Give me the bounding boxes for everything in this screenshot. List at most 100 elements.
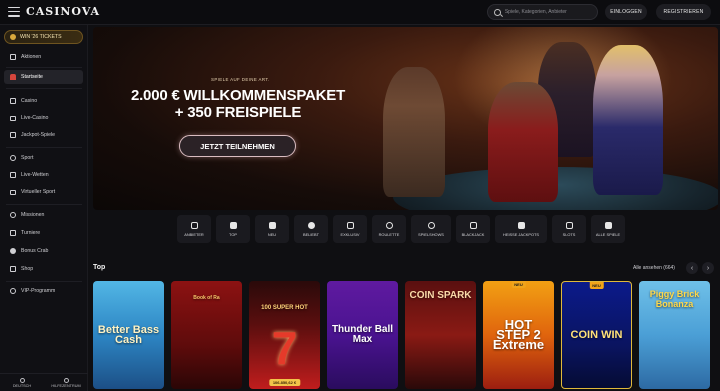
sidebar-item-label: Sport — [21, 155, 34, 161]
search-input[interactable] — [504, 9, 597, 15]
promo-label: WIN '26 TICKETS — [20, 34, 62, 40]
category-neu[interactable]: NEU — [255, 215, 289, 243]
game-tile[interactable]: Piggy Brick Bonanza — [639, 281, 710, 389]
game-tile[interactable]: COIN SPARK — [405, 281, 476, 389]
search-icon — [494, 8, 501, 16]
trophy-icon — [10, 230, 16, 236]
jackpot-icon — [517, 221, 525, 229]
casino-icon — [10, 98, 16, 104]
game-tile[interactable]: NEU COIN WIN — [561, 281, 632, 389]
gameshow-icon — [427, 221, 435, 229]
sidebar-item-vip[interactable]: VIP-Programm — [4, 284, 83, 298]
sidebar-item-label: Turniere — [21, 230, 41, 236]
category-label: NEU — [267, 231, 277, 237]
brand-logo[interactable]: CASINOVA — [26, 5, 100, 18]
category-label: ANBIETER — [184, 231, 204, 237]
jackpot-icon — [10, 132, 16, 138]
category-label: SPIELSHOWS — [418, 231, 444, 237]
sidebar-item-sport[interactable]: Sport — [4, 151, 83, 165]
game-tile[interactable]: Better Bass Cash — [93, 281, 164, 389]
category-alle-spiele[interactable]: ALLE SPIELE — [591, 215, 625, 243]
sport-icon — [10, 155, 16, 161]
game-tile[interactable]: NEU HOT STEP 2 Extreme — [483, 281, 554, 389]
sidebar-item-label: Virtueller Sport — [21, 189, 56, 195]
new-badge: NEU — [511, 281, 526, 288]
flame-icon — [307, 221, 315, 229]
category-label: TOP — [229, 231, 237, 237]
divider — [6, 281, 82, 282]
hero-title-line1: 2.000 € WILLKOMMENSPAKET — [130, 87, 346, 104]
diamond-icon — [346, 221, 354, 229]
category-roulette[interactable]: ROULETTE — [372, 215, 406, 243]
see-all-link[interactable]: Alle ansehen (664) — [633, 265, 675, 271]
sidebar-item-label: Startseite — [21, 74, 43, 80]
sidebar-item-jackpot[interactable]: Jackpot-Spiele — [4, 128, 83, 142]
game-tile[interactable]: 100 SUPER HOT 7 106.850,62 € — [249, 281, 320, 389]
sidebar-item-label: Jackpot-Spiele — [21, 132, 56, 138]
language-selector[interactable]: DEUTSCH — [0, 374, 44, 391]
category-blackjack[interactable]: BLACKJACK — [456, 215, 490, 243]
divider — [6, 204, 82, 205]
virtual-sport-icon — [10, 189, 16, 195]
hero-subtitle: SPIELE AUF DEINE ART. — [211, 77, 270, 82]
menu-icon[interactable] — [8, 6, 20, 17]
category-nav: ANBIETER TOP NEU BELIEBT EXKLUSIV ROULET… — [177, 215, 625, 243]
category-beliebt[interactable]: BELIEBT — [294, 215, 328, 243]
live-casino-icon — [10, 115, 16, 121]
join-now-button[interactable]: JETZT TEILNEHMEN — [179, 135, 296, 157]
sidebar-item-shop[interactable]: Shop — [4, 262, 83, 276]
game-carousel: Better Bass Cash Book of Ra 100 SUPER HO… — [93, 281, 710, 389]
category-spielshows[interactable]: SPIELSHOWS — [411, 215, 451, 243]
logo-area: CASINOVA — [8, 5, 100, 18]
sidebar-item-label: Live-Wetten — [21, 172, 49, 178]
sidebar-item-label: Missionen — [21, 212, 45, 218]
language-label: DEUTSCH — [12, 383, 32, 388]
category-slots[interactable]: SLOTS — [552, 215, 586, 243]
category-heisse-jackpots[interactable]: HEISSE JACKPOTS — [495, 215, 547, 243]
help-center-link[interactable]: HILFEZENTRUM — [44, 374, 88, 391]
register-button[interactable]: REGISTRIEREN — [656, 4, 711, 20]
game-title: COIN SPARK — [409, 290, 472, 301]
sidebar-item-virtueller-sport[interactable]: Virtueller Sport — [4, 185, 83, 199]
new-badge: NEU — [589, 282, 604, 289]
category-top[interactable]: TOP — [216, 215, 250, 243]
cards-icon — [469, 221, 477, 229]
sidebar-item-turniere[interactable]: Turniere — [4, 226, 83, 240]
sidebar-item-live-casino[interactable]: Live-Casino — [4, 111, 83, 125]
sidebar-item-missionen[interactable]: Missionen — [4, 208, 83, 222]
help-label: HILFEZENTRUM — [51, 383, 81, 388]
crab-icon — [10, 248, 16, 254]
hero-figure — [383, 67, 445, 197]
chevron-left-icon[interactable]: ‹ — [686, 262, 698, 274]
sidebar: WIN '26 TICKETS Aktionen Startseite Casi… — [0, 25, 88, 391]
missions-icon — [10, 212, 16, 218]
jackpot-amount: 106.850,62 € — [268, 379, 301, 386]
divider — [6, 67, 82, 68]
category-label: SLOTS — [562, 231, 576, 237]
sidebar-item-casino[interactable]: Casino — [4, 94, 83, 108]
help-icon — [63, 377, 69, 383]
seven-symbol: 7 — [271, 322, 298, 374]
sidebar-footer: DEUTSCH HILFEZENTRUM — [0, 373, 88, 391]
sidebar-item-startseite[interactable]: Startseite — [4, 70, 83, 84]
login-button[interactable]: EINLOGGEN — [605, 4, 647, 20]
sidebar-item-aktionen[interactable]: Aktionen — [4, 50, 83, 64]
sidebar-item-bonus-crab[interactable]: Bonus Crab — [4, 244, 83, 258]
sidebar-item-live-wetten[interactable]: Live-Wetten — [4, 168, 83, 182]
chevron-right-icon[interactable]: › — [702, 262, 714, 274]
ticket-icon — [10, 34, 16, 40]
top-header: CASINOVA EINLOGGEN REGISTRIEREN — [0, 0, 720, 25]
hero-figure — [488, 82, 558, 202]
category-anbieter[interactable]: ANBIETER — [177, 215, 211, 243]
category-label: BLACKJACK — [461, 231, 485, 237]
category-label: ALLE SPIELE — [595, 231, 621, 237]
game-tile[interactable]: Book of Ra — [171, 281, 242, 389]
sidebar-item-label: VIP-Programm — [21, 288, 56, 294]
game-tile[interactable]: Thunder Ball Max — [327, 281, 398, 389]
hero-banner[interactable]: SPIELE AUF DEINE ART. 2.000 € WILLKOMMEN… — [93, 27, 718, 210]
category-exklusiv[interactable]: EXKLUSIV — [333, 215, 367, 243]
search-box[interactable] — [487, 4, 598, 20]
home-icon — [10, 74, 16, 80]
promo-tickets-button[interactable]: WIN '26 TICKETS — [4, 30, 83, 44]
vip-icon — [10, 288, 16, 294]
